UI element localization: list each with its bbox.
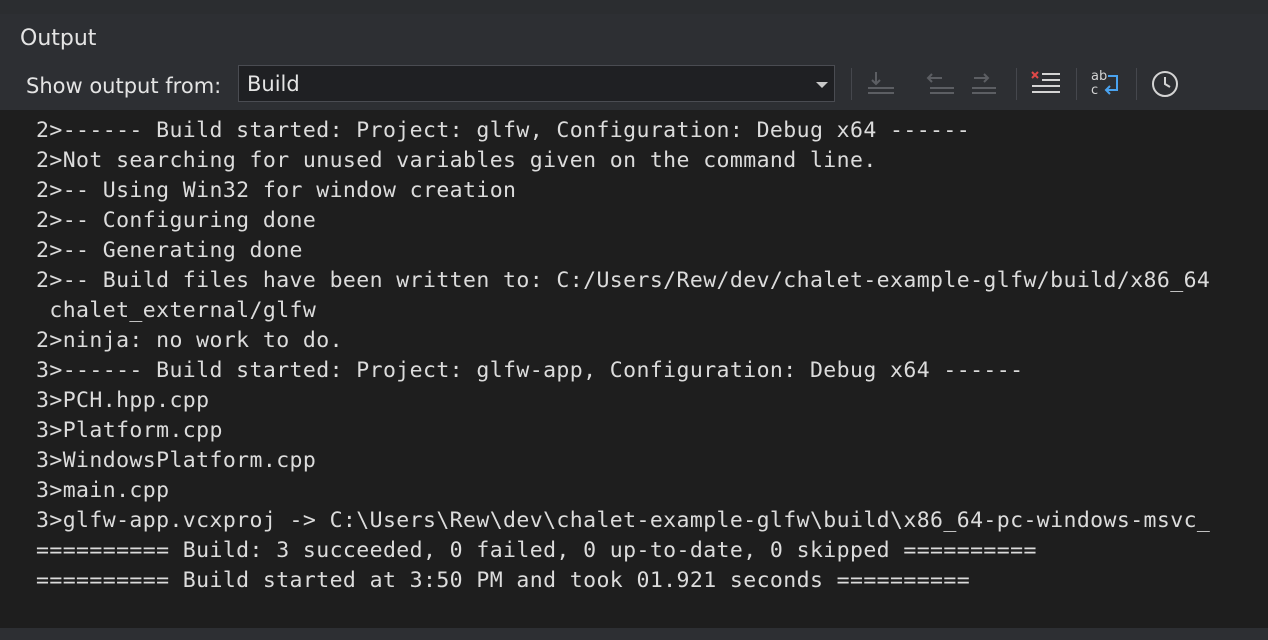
- output-line: 2>Not searching for unused variables giv…: [36, 148, 877, 173]
- clear-all-button[interactable]: [1026, 66, 1064, 102]
- word-wrap-button[interactable]: ab c: [1086, 66, 1124, 102]
- output-line: 3>main.cpp: [36, 478, 170, 503]
- previous-message-icon: [926, 73, 954, 94]
- output-panel: Output Show output from: Build ab c 2>--…: [0, 14, 1268, 640]
- toolbar-separator: [1076, 68, 1077, 100]
- output-line: 3>Platform.cpp: [36, 418, 223, 443]
- output-line: 2>-- Configuring done: [36, 208, 317, 233]
- output-line: 3>WindowsPlatform.cpp: [36, 448, 317, 473]
- bottom-strip: [0, 628, 1268, 640]
- toolbar-separator: [851, 68, 852, 100]
- output-line: 2>------ Build started: Project: glfw, C…: [36, 118, 971, 143]
- word-wrap-icon: ab c: [1091, 69, 1118, 98]
- toolbar-separator: [1136, 68, 1137, 100]
- output-line: 3>------ Build started: Project: glfw-ap…: [36, 358, 1024, 383]
- output-line: 2>-- Build files have been written to: C…: [36, 268, 1211, 293]
- svg-text:c: c: [1091, 83, 1098, 98]
- toolbar-separator: [1016, 68, 1017, 100]
- output-line: chalet_external/glfw: [36, 298, 317, 323]
- output-line: 3>PCH.hpp.cpp: [36, 388, 210, 413]
- panel-title: Output: [20, 26, 97, 51]
- output-line-partial: ·j: [36, 110, 89, 111]
- output-line: 3>glfw-app.vcxproj -> C:\Users\Rew\dev\c…: [36, 508, 1211, 533]
- next-message-icon: [972, 73, 996, 94]
- output-line: ========== Build started at 3:50 PM and …: [36, 568, 971, 593]
- goto-current-icon: [868, 72, 894, 94]
- timestamp-clock-icon: [1152, 71, 1178, 97]
- output-line: ========== Build: 3 succeeded, 0 failed,…: [36, 538, 1037, 563]
- previous-message-button[interactable]: [922, 66, 960, 102]
- output-toolbar: Show output from: Build ab c: [0, 64, 1268, 108]
- top-strip: [0, 0, 1268, 14]
- output-text-area[interactable]: ·j 2>------ Build started: Project: glfw…: [0, 110, 1268, 628]
- goto-current-button[interactable]: [862, 66, 900, 102]
- show-output-label: Show output from:: [26, 74, 222, 98]
- svg-text:ab: ab: [1091, 69, 1107, 84]
- output-source-dropdown[interactable]: Build: [238, 65, 835, 102]
- chevron-down-icon: [816, 82, 828, 88]
- output-line: 2>ninja: no work to do.: [36, 328, 343, 353]
- output-line: 2>-- Using Win32 for window creation: [36, 178, 517, 203]
- output-line: 2>-- Generating done: [36, 238, 303, 263]
- output-source-value: Build: [247, 72, 300, 96]
- clear-all-icon: [1031, 71, 1060, 93]
- next-message-button[interactable]: [964, 66, 1002, 102]
- timestamp-button[interactable]: [1146, 66, 1184, 102]
